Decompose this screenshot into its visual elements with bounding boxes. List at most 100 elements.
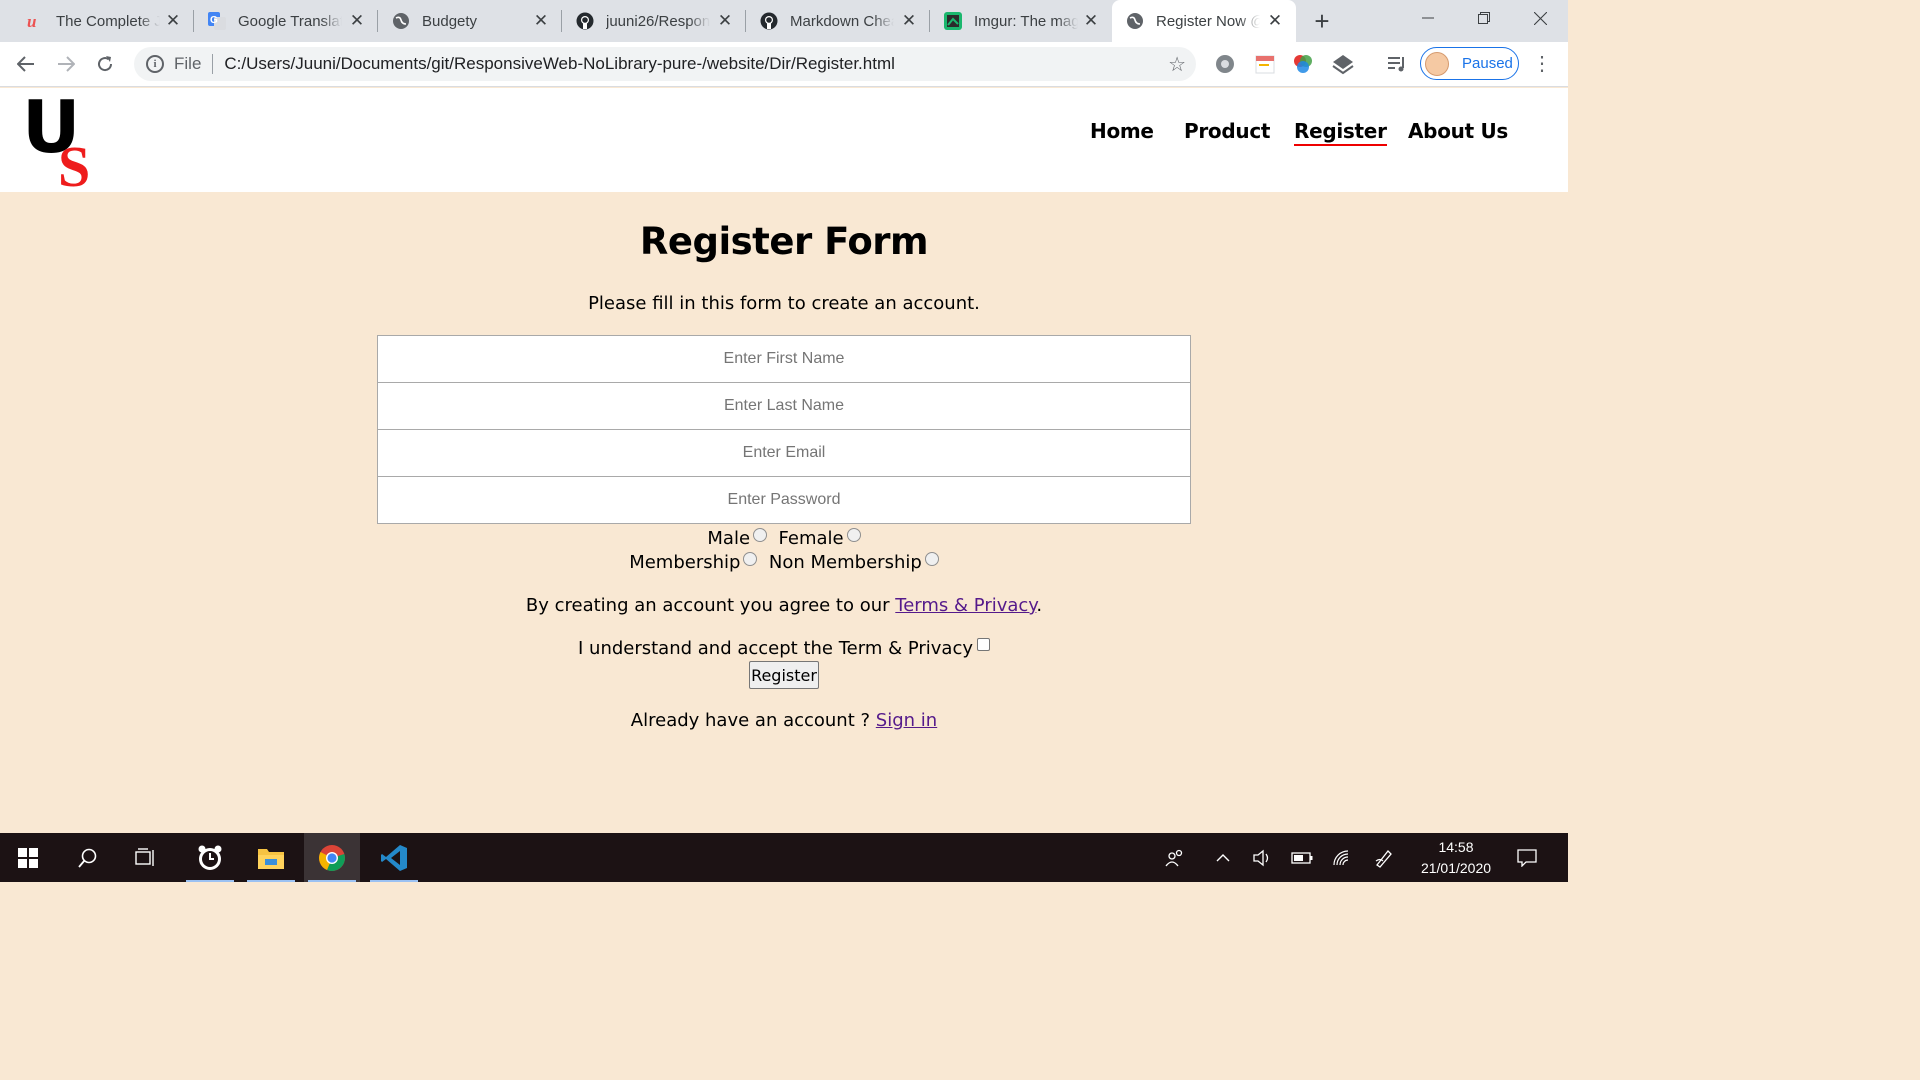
tab-udemy[interactable]: u The Complete Ja ✕ [0, 0, 194, 42]
non-membership-radio[interactable] [924, 552, 939, 566]
signin-prompt: Already have an account ? [630, 710, 871, 731]
back-icon[interactable] [11, 50, 41, 78]
bookmark-star-icon[interactable]: ☆ [1168, 52, 1186, 77]
last-name-input[interactable] [377, 382, 1191, 430]
terms-link[interactable]: Terms & Privacy [895, 595, 1036, 616]
new-tab-icon[interactable]: + [1310, 6, 1334, 37]
restore-icon[interactable] [1456, 0, 1512, 36]
first-name-input[interactable] [377, 335, 1191, 383]
profile-button[interactable]: Paused [1420, 47, 1519, 80]
avatar [1425, 51, 1449, 76]
tab-google-translate[interactable]: G Google Translate ✕ [194, 0, 378, 42]
extension-layers-icon[interactable] [1332, 53, 1354, 75]
female-radio[interactable] [846, 528, 861, 542]
tab-title: Imgur: The mag [974, 12, 1078, 30]
tab-title: juuni26/Respon [606, 12, 710, 30]
address-bar[interactable]: i File C:/Users/Juuni/Documents/git/Resp… [134, 47, 1196, 81]
alarm-clock-app-icon[interactable] [182, 833, 238, 882]
terms-notice-text: By creating an account you agree to our [525, 595, 890, 616]
forward-icon[interactable] [51, 50, 81, 78]
people-icon[interactable] [1160, 833, 1190, 882]
close-tab-icon[interactable]: ✕ [348, 11, 366, 31]
github-icon [760, 12, 778, 30]
tab-budgety[interactable]: Budgety ✕ [378, 0, 562, 42]
info-icon[interactable]: i [146, 55, 164, 73]
tab-title: Google Translate [238, 12, 342, 30]
terms-notice: By creating an account you agree to our … [0, 595, 1568, 616]
search-icon[interactable] [60, 833, 116, 882]
site-logo[interactable]: U S [22, 92, 106, 188]
chevron-up-icon[interactable] [1210, 833, 1236, 882]
male-label: Male [707, 528, 751, 549]
svg-text:G: G [210, 15, 218, 26]
wifi-icon[interactable] [1328, 833, 1356, 882]
tab-title: Budgety [422, 12, 478, 30]
accept-terms-row: I understand and accept the Term & Priva… [0, 638, 1568, 659]
browser-toolbar: i File C:/Users/Juuni/Documents/git/Resp… [0, 42, 1568, 87]
nav-home[interactable]: Home [1090, 119, 1154, 143]
github-icon [576, 12, 594, 30]
tab-markdown-cheatsheet[interactable]: Markdown Chea ✕ [746, 0, 930, 42]
close-tab-icon[interactable]: ✕ [532, 11, 550, 31]
close-tab-icon[interactable]: ✕ [716, 11, 734, 31]
terms-notice-end: . [1036, 595, 1043, 616]
register-form [377, 335, 1191, 524]
signin-row: Already have an account ? Sign in [0, 710, 1568, 731]
vscode-app-icon[interactable] [366, 833, 422, 882]
accept-terms-label: I understand and accept the Term & Priva… [578, 638, 973, 659]
tab-register-now[interactable]: Register Now @ ✕ [1112, 0, 1296, 42]
female-label: Female [778, 528, 844, 549]
password-input[interactable] [377, 476, 1191, 524]
url-text[interactable]: C:/Users/Juuni/Documents/git/ResponsiveW… [224, 54, 895, 74]
imgur-icon [944, 12, 962, 30]
nav-about-us[interactable]: About Us [1408, 119, 1508, 143]
tab-imgur[interactable]: Imgur: The mag ✕ [930, 0, 1112, 42]
membership-radio[interactable] [743, 552, 758, 566]
form-subtitle: Please fill in this form to create an ac… [588, 293, 980, 314]
udemy-icon: u [26, 12, 44, 30]
signin-link[interactable]: Sign in [876, 710, 937, 731]
globe-icon [392, 12, 410, 30]
windows-start-icon[interactable] [0, 833, 56, 882]
svg-text:u: u [27, 12, 36, 30]
minimize-icon[interactable] [1400, 0, 1456, 36]
task-view-icon[interactable] [118, 833, 174, 882]
browser-tabstrip: u The Complete Ja ✕ G Google Translate ✕… [0, 0, 1568, 42]
close-tab-icon[interactable]: ✕ [164, 11, 182, 31]
volume-icon[interactable] [1248, 833, 1276, 882]
close-tab-icon[interactable]: ✕ [900, 11, 918, 31]
nav-product[interactable]: Product [1184, 119, 1270, 143]
media-control-icon[interactable] [1386, 53, 1408, 75]
extension-calendar-icon[interactable] [1254, 53, 1276, 75]
chrome-app-icon[interactable] [304, 833, 360, 882]
battery-icon[interactable] [1288, 833, 1316, 882]
pen-workspace-icon[interactable] [1370, 833, 1398, 882]
nav-register[interactable]: Register [1294, 119, 1387, 146]
tab-title: Markdown Chea [790, 12, 894, 30]
reload-icon[interactable] [90, 50, 120, 78]
url-scheme: File [174, 54, 202, 73]
email-input[interactable] [377, 429, 1191, 477]
extension-gear-icon[interactable] [1214, 53, 1236, 75]
browser-menu-icon[interactable]: ⋮ [1532, 54, 1552, 76]
extension-colorpicker-icon[interactable] [1292, 53, 1314, 75]
non-membership-label: Non Membership [768, 552, 922, 573]
accept-terms-checkbox[interactable] [977, 638, 990, 651]
register-button[interactable]: Register [749, 661, 819, 689]
site-header: U S Home Product Register About Us [0, 88, 1568, 192]
male-radio[interactable] [753, 528, 768, 542]
page-title: Register Form [639, 220, 929, 263]
file-explorer-icon[interactable] [243, 833, 299, 882]
tab-github-repo[interactable]: juuni26/Respon ✕ [562, 0, 746, 42]
notifications-icon[interactable] [1512, 833, 1542, 882]
close-tab-icon[interactable]: ✕ [1082, 11, 1100, 31]
logo-letter-s: S [58, 134, 90, 188]
close-window-icon[interactable] [1512, 0, 1568, 36]
google-translate-icon: G [208, 12, 226, 30]
system-clock[interactable]: 14:58 21/01/2020 [1408, 837, 1504, 879]
close-tab-icon[interactable]: ✕ [1266, 11, 1284, 31]
tab-title: The Complete Ja [56, 12, 160, 30]
globe-icon [1126, 12, 1144, 30]
tab-title: Register Now @ [1156, 12, 1260, 30]
clock-time: 14:58 [1438, 839, 1474, 855]
